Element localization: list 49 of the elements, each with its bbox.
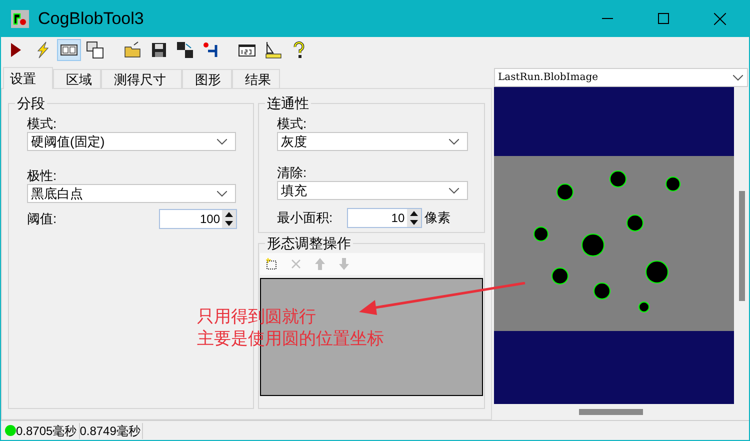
chevron-down-icon: [733, 74, 743, 80]
tab[interactable]: 图形: [182, 69, 232, 88]
dropdown[interactable]: 黑底白点: [27, 184, 236, 203]
image-selector[interactable]: LastRun.BlobImage: [494, 68, 748, 87]
chevron-down-icon: [217, 138, 227, 144]
number-spinner[interactable]: 100: [158, 209, 237, 229]
chevron-down-icon: [449, 138, 459, 144]
chevron-down-icon: [449, 188, 459, 194]
ruler-icon: [264, 40, 282, 58]
elapsed-time: 0.8705毫秒: [16, 422, 80, 438]
window-title: CogBlobTool3: [38, 8, 144, 30]
maximize-icon: [658, 13, 668, 24]
up-arrow-icon: [313, 257, 327, 271]
down-arrow-icon: [337, 257, 351, 271]
elapsed-time: 0.8749毫秒: [80, 422, 144, 438]
tab[interactable]: 区域: [53, 69, 101, 88]
dropdown[interactable]: 硬阈值(固定): [27, 132, 236, 151]
field-label: 极性:: [27, 168, 58, 184]
windows-icon: [86, 40, 104, 58]
group-title: 形态调整操作: [265, 234, 353, 252]
field-label: 模式:: [27, 116, 58, 132]
minimize-icon: [602, 18, 612, 20]
up-down-arrows-icon: [406, 209, 421, 227]
group-title: 连通性: [265, 94, 311, 112]
chevron-down-icon: [217, 190, 227, 196]
arrow-icon: [202, 40, 220, 58]
dropdown[interactable]: 填充: [277, 181, 468, 200]
toolbar-button[interactable]: [57, 38, 81, 60]
field-label: 最小面积:: [277, 210, 333, 226]
field-label: 清除:: [277, 165, 308, 181]
scrollbar-thumb[interactable]: [579, 409, 643, 415]
delete-icon: [289, 257, 303, 271]
field-label: 阈值:: [27, 211, 57, 227]
app-icon: [11, 10, 29, 28]
field-label: 模式:: [277, 116, 308, 132]
new-icon: [265, 257, 279, 271]
up-down-arrows-icon: [222, 210, 236, 228]
number-spinner[interactable]: 10: [346, 208, 422, 228]
unit-label: 像素: [424, 210, 451, 226]
dropdown[interactable]: 灰度: [277, 132, 468, 151]
tab[interactable]: 结果: [232, 69, 280, 88]
floppy-pair-icon: [176, 40, 194, 58]
scrollbar-thumb[interactable]: [738, 191, 744, 301]
tab[interactable]: 测得尺寸: [101, 69, 182, 88]
close-icon: [714, 12, 726, 24]
group-title: 分段: [15, 94, 47, 112]
tab[interactable]: 设置: [3, 67, 53, 89]
folder-icon: [124, 40, 142, 58]
floppy-icon: [150, 40, 168, 58]
